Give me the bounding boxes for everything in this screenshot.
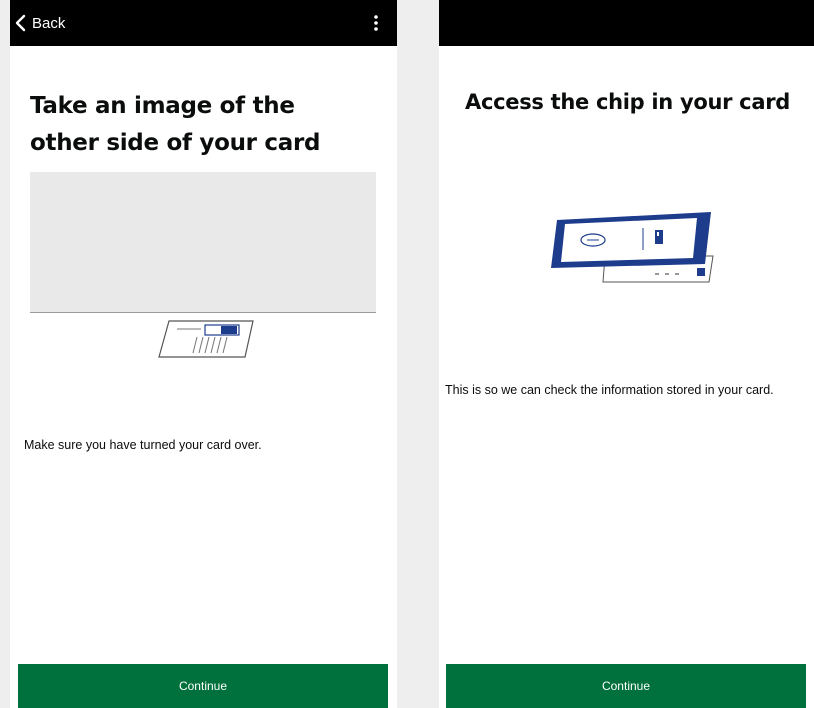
more-options-button[interactable]: [373, 0, 379, 46]
back-button[interactable]: Back: [14, 0, 65, 46]
chevron-left-icon: [15, 14, 26, 32]
access-chip-screen: Access the chip in your card This is so …: [439, 0, 814, 708]
back-label: Back: [32, 14, 66, 32]
more-vertical-icon: [374, 15, 378, 31]
scan-card-back-screen: Back Take an image of the other side of …: [10, 0, 397, 708]
id-card-back-illustration: [158, 320, 254, 358]
page-title: Access the chip in your card: [465, 90, 790, 114]
phone-reading-card-illustration: [551, 212, 714, 283]
instruction-text: Make sure you have turned your card over…: [24, 438, 262, 452]
top-bar: Back: [10, 0, 397, 46]
top-bar: [439, 0, 814, 46]
continue-button[interactable]: Continue: [18, 664, 388, 708]
camera-preview: [30, 172, 376, 313]
instruction-text: This is so we can check the information …: [445, 383, 774, 397]
continue-button[interactable]: Continue: [446, 664, 806, 708]
page-title: Take an image of the other side of your …: [30, 93, 321, 156]
